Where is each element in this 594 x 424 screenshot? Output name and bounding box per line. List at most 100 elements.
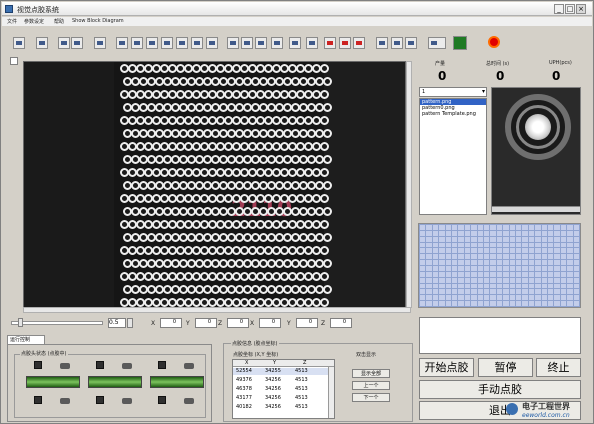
grid-cell[interactable] [464, 242, 471, 248]
grid-cell[interactable] [496, 289, 503, 295]
grid-cell[interactable] [560, 254, 567, 260]
floppy-icon[interactable] [96, 396, 104, 404]
grid-cell[interactable] [554, 277, 560, 283]
grid-cell[interactable] [516, 265, 522, 271]
grid-cell[interactable] [484, 260, 490, 265]
grid-cell[interactable] [490, 283, 496, 289]
start-dispense-button[interactable]: 开始点胶 [419, 358, 474, 377]
grid-cell[interactable] [458, 301, 464, 306]
floppy-icon[interactable] [158, 396, 166, 404]
grid-cell[interactable] [541, 254, 547, 260]
grid-cell[interactable] [439, 248, 445, 254]
grid-cell[interactable] [503, 271, 509, 277]
grid-cell[interactable] [432, 260, 439, 265]
grid-cell[interactable] [484, 225, 490, 230]
grid-cell[interactable] [496, 230, 503, 236]
grid-cell[interactable] [528, 277, 535, 283]
grid-cell[interactable] [471, 283, 477, 289]
grid-cell[interactable] [445, 301, 451, 306]
grid-cell[interactable] [567, 301, 573, 306]
grid-cell[interactable] [567, 277, 573, 283]
grid-cell[interactable] [541, 265, 547, 271]
grid-cell[interactable] [573, 289, 579, 295]
grid-cell[interactable] [464, 283, 471, 289]
zoom-input[interactable]: 0.5 [108, 318, 126, 328]
grid-cell[interactable] [560, 283, 567, 289]
grid-cell[interactable] [535, 295, 541, 301]
grid-cell[interactable] [452, 236, 458, 242]
grid-cell[interactable] [432, 301, 439, 306]
grid-cell[interactable] [484, 295, 490, 301]
grid-cell[interactable] [496, 248, 503, 254]
grid-cell[interactable] [445, 260, 451, 265]
toolbar-btn-22[interactable] [376, 37, 388, 49]
grid-cell[interactable] [439, 277, 445, 283]
grid-cell[interactable] [535, 254, 541, 260]
grid-cell[interactable] [464, 271, 471, 277]
grid-cell[interactable] [458, 277, 464, 283]
toolbar-btn-11[interactable] [191, 37, 203, 49]
grid-cell[interactable] [567, 248, 573, 254]
grid-cell[interactable] [464, 277, 471, 283]
grid-cell[interactable] [471, 225, 477, 230]
grid-cell[interactable] [426, 230, 432, 236]
pattern-combo[interactable]: 1 ▾ [419, 87, 487, 97]
grid-cell[interactable] [452, 283, 458, 289]
grid-cell[interactable] [484, 283, 490, 289]
grid-cell[interactable] [535, 260, 541, 265]
grid-cell[interactable] [496, 283, 503, 289]
grid-cell[interactable] [490, 260, 496, 265]
grid-cell[interactable] [554, 225, 560, 230]
grid-cell[interactable] [541, 295, 547, 301]
table-row[interactable]: 43177 34256 4513 [233, 395, 329, 402]
grid-cell[interactable] [522, 301, 528, 306]
grid-cell[interactable] [528, 301, 535, 306]
menu-help[interactable]: 帮助 [54, 18, 64, 25]
grid-cell[interactable] [420, 301, 426, 306]
grid-cell[interactable] [509, 225, 515, 230]
grid-cell[interactable] [528, 265, 535, 271]
nozzle-icon[interactable] [184, 398, 194, 404]
grid-cell[interactable] [452, 254, 458, 260]
grid-cell[interactable] [477, 265, 483, 271]
toolbar-btn-7[interactable] [131, 37, 143, 49]
grid-cell[interactable] [509, 277, 515, 283]
grid-cell[interactable] [560, 289, 567, 295]
grid-cell[interactable] [426, 260, 432, 265]
grid-cell[interactable] [432, 271, 439, 277]
grid-cell[interactable] [567, 265, 573, 271]
grid-cell[interactable] [548, 265, 554, 271]
coord-input[interactable]: 0 [296, 318, 318, 328]
grid-cell[interactable] [548, 260, 554, 265]
grid-cell[interactable] [439, 271, 445, 277]
grid-cell[interactable] [516, 271, 522, 277]
toolbar-btn-19[interactable] [324, 37, 336, 49]
grid-cell[interactable] [560, 301, 567, 306]
menu-settings[interactable]: 参数设定 [24, 18, 44, 25]
toolbar-btn-9[interactable] [161, 37, 173, 49]
grid-cell[interactable] [560, 265, 567, 271]
grid-cell[interactable] [496, 265, 503, 271]
grid-cell[interactable] [573, 236, 579, 242]
toolbar-btn-18[interactable] [306, 37, 318, 49]
grid-cell[interactable] [477, 248, 483, 254]
grid-cell[interactable] [509, 289, 515, 295]
grid-cell[interactable] [445, 242, 451, 248]
grid-cell[interactable] [535, 283, 541, 289]
grid-cell[interactable] [458, 289, 464, 295]
grid-cell[interactable] [528, 230, 535, 236]
manual-dispense-button[interactable]: 手动点胶 [419, 380, 581, 399]
grid-cell[interactable] [477, 230, 483, 236]
grid-cell[interactable] [528, 289, 535, 295]
grid-cell[interactable] [554, 301, 560, 306]
nozzle-icon[interactable] [60, 363, 70, 369]
grid-cell[interactable] [490, 236, 496, 242]
grid-cell[interactable] [439, 289, 445, 295]
grid-cell[interactable] [471, 271, 477, 277]
minimize-button[interactable]: _ [554, 4, 564, 14]
grid-cell[interactable] [432, 283, 439, 289]
grid-cell[interactable] [535, 277, 541, 283]
grid-cell[interactable] [567, 230, 573, 236]
grid-cell[interactable] [541, 248, 547, 254]
grid-cell[interactable] [484, 271, 490, 277]
